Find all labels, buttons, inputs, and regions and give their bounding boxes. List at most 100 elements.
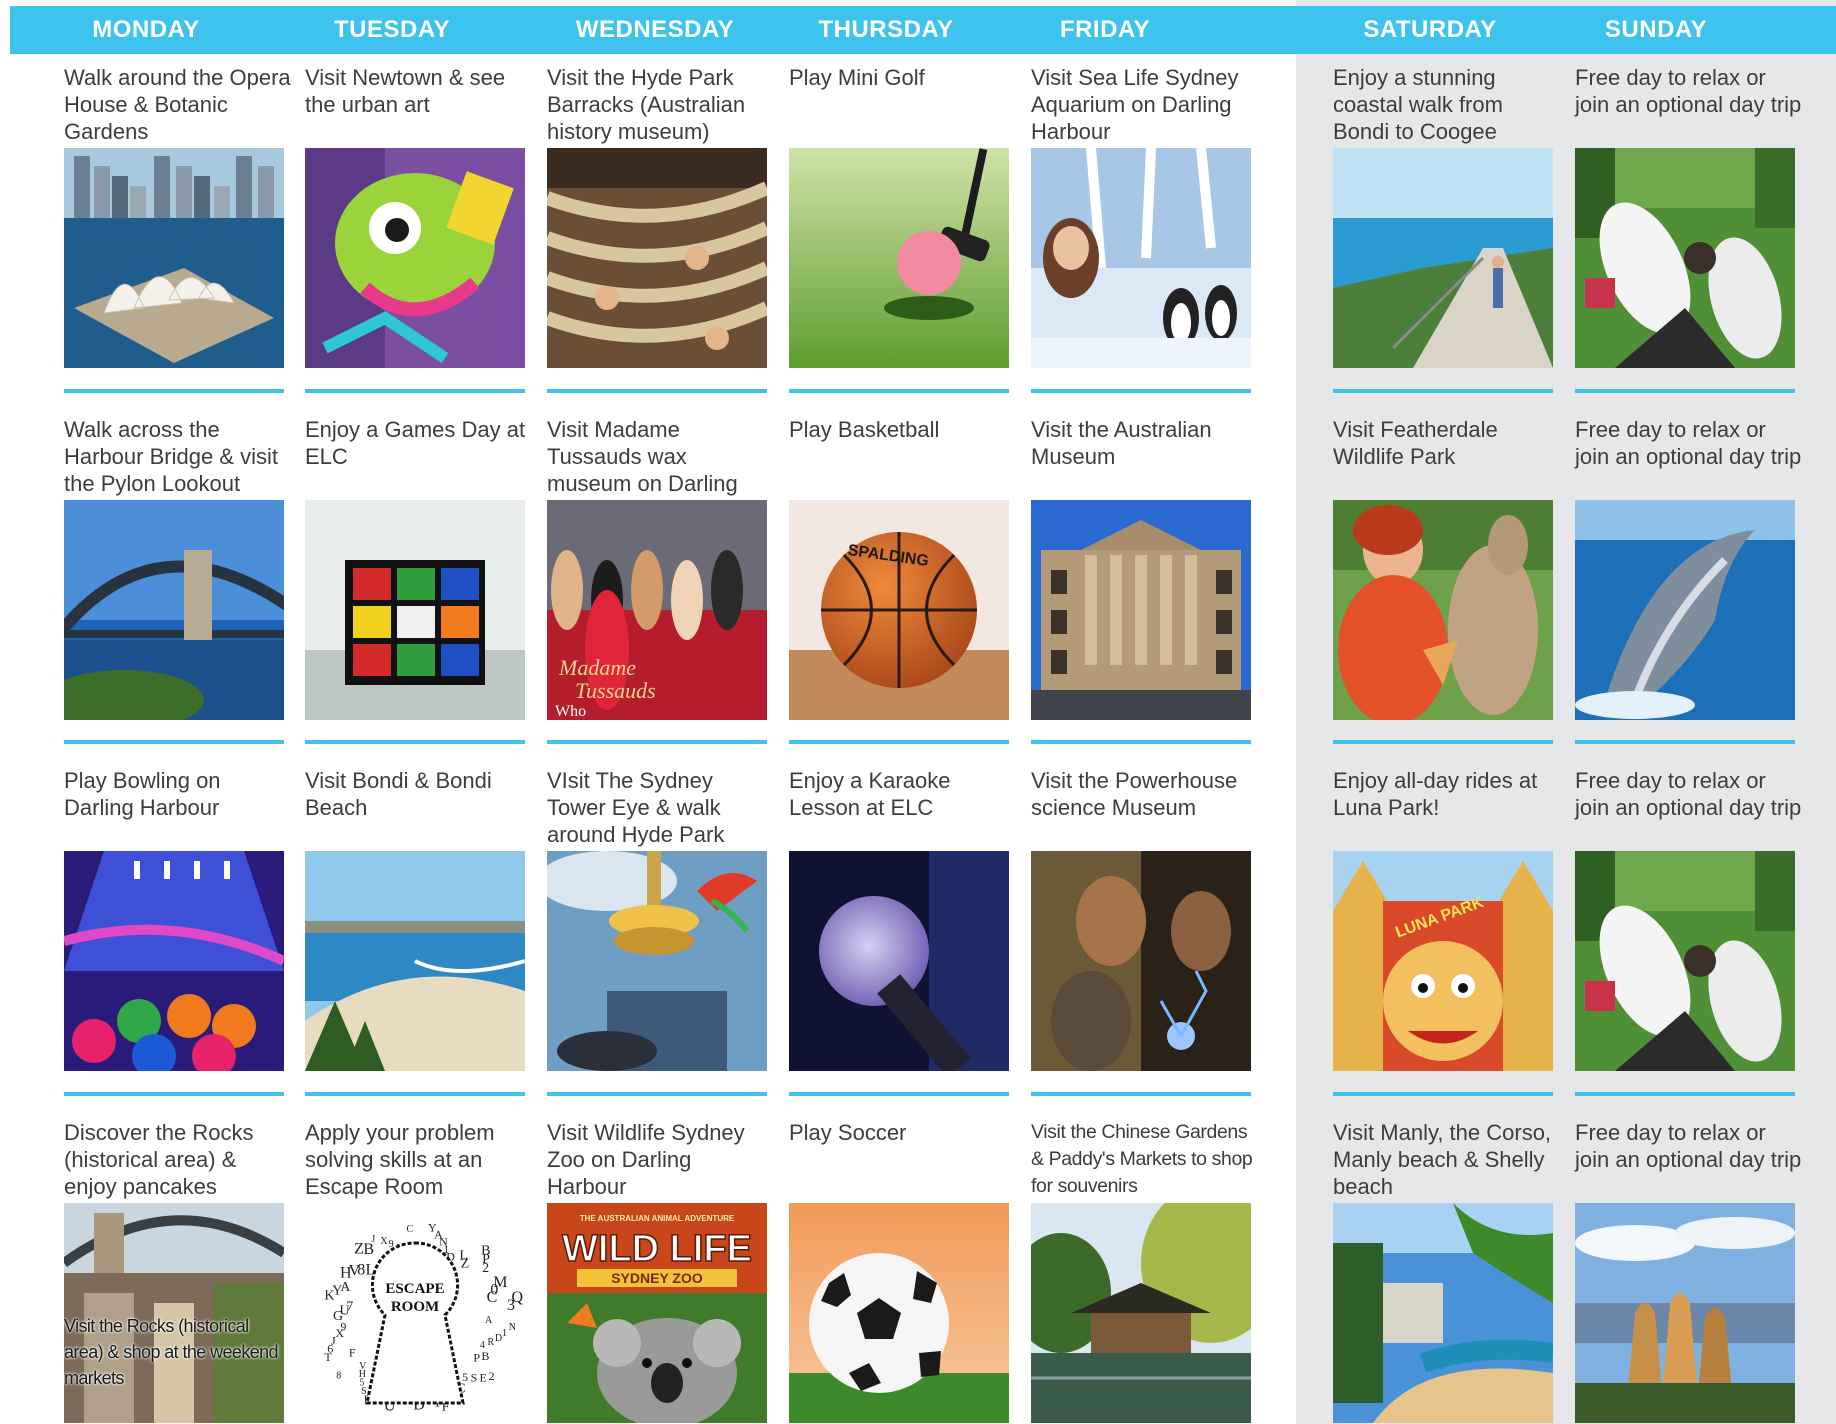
activity-text: Free day to relax or join an optional da… xyxy=(1575,1120,1802,1172)
row-separator xyxy=(789,389,1009,393)
activity-text: Visit Newtown & see the urban art xyxy=(305,65,506,117)
bondi-beach-photo xyxy=(305,851,525,1071)
svg-text:C: C xyxy=(407,1224,414,1235)
activity-text: Visit Manly, the Corso, Manly beach & Sh… xyxy=(1333,1120,1552,1199)
activity-text: Enjoy a Karaoke Lesson at ELC xyxy=(789,768,951,820)
svg-text:ROOM: ROOM xyxy=(391,1299,439,1315)
the-rocks-photo: Visit the Rocks (historical area) & shop… xyxy=(64,1203,284,1423)
row-separator xyxy=(305,1092,525,1096)
row-separator xyxy=(547,740,767,744)
svg-text:A: A xyxy=(340,1280,351,1295)
svg-text:Madame: Madame xyxy=(558,655,636,680)
chinese-garden-photo xyxy=(1031,1203,1251,1423)
svg-text:8: 8 xyxy=(357,1262,365,1279)
day-header-saturday: SATURDAY xyxy=(1363,16,1497,43)
soccer-ball-photo xyxy=(789,1203,1009,1423)
day-header-wednesday: WEDNESDAY xyxy=(575,16,735,43)
svg-text:C: C xyxy=(487,1289,498,1306)
row-separator xyxy=(64,740,284,744)
svg-text:3: 3 xyxy=(507,1297,515,1314)
wild-life-zoo-photo: THE AUSTRALIAN ANIMAL ADVENTURE WILD LIF… xyxy=(547,1203,767,1423)
harbour-bridge-photo xyxy=(64,500,284,720)
relax-feet-photo xyxy=(1575,851,1795,1071)
relax-feet-photo xyxy=(1575,148,1795,368)
row-separator xyxy=(1031,740,1251,744)
row-separator xyxy=(1333,1092,1553,1096)
svg-text:SYDNEY ZOO: SYDNEY ZOO xyxy=(611,1270,703,1286)
activity-text: Discover the Rocks (historical area) & e… xyxy=(64,1120,254,1199)
svg-text:X: X xyxy=(380,1236,388,1247)
opera-house-photo xyxy=(64,148,284,368)
microphone-photo xyxy=(789,851,1009,1071)
row-separator xyxy=(305,389,525,393)
svg-text:R: R xyxy=(487,1337,494,1348)
coastal-walk-photo xyxy=(1333,148,1553,368)
luna-park-photo: LUNA PARK xyxy=(1333,851,1553,1071)
row-separator xyxy=(789,740,1009,744)
activity-text: Visit the Australian Museum xyxy=(1031,417,1212,469)
activity-text: Walk across the Harbour Bridge & visit t… xyxy=(64,417,278,496)
svg-text:V: V xyxy=(359,1361,367,1372)
activity-text: Enjoy all-day rides at Luna Park! xyxy=(1333,768,1538,820)
svg-text:2: 2 xyxy=(489,1369,495,1383)
activity-text: Play Bowling on Darling Harbour xyxy=(64,768,221,820)
sydney-tower-photo xyxy=(547,851,767,1071)
svg-text:E: E xyxy=(479,1370,486,1384)
svg-text:8: 8 xyxy=(336,1370,341,1381)
madame-tussauds-photo: Madame Tussauds Who xyxy=(547,500,767,720)
plasma-ball-photo xyxy=(1031,851,1251,1071)
row-separator xyxy=(547,389,767,393)
svg-text:B: B xyxy=(481,1349,489,1363)
svg-text:ESCAPE: ESCAPE xyxy=(385,1281,444,1297)
day-header-sunday: SUNDAY xyxy=(1604,16,1708,43)
svg-text:D: D xyxy=(495,1333,502,1344)
activity-text: Free day to relax or join an optional da… xyxy=(1575,65,1802,117)
svg-text:2: 2 xyxy=(482,1261,489,1276)
dolphin-photo xyxy=(1575,500,1795,720)
escape-room-photo: ABCDEFGHJKLMNPQRSTUVXYZ0123456789ABCDEFG… xyxy=(305,1203,525,1423)
photo-caption-overlay: Visit the Rocks (historical area) & shop… xyxy=(64,1316,279,1388)
activity-text: Play Basketball xyxy=(789,417,940,442)
row-separator xyxy=(305,740,525,744)
mini-golf-photo xyxy=(789,148,1009,368)
hammocks-photo xyxy=(547,148,767,368)
street-art-photo xyxy=(305,148,525,368)
svg-text:9: 9 xyxy=(340,1320,346,1334)
activity-text: VIsit The Sydney Tower Eye & walk around… xyxy=(547,768,725,847)
svg-text:N: N xyxy=(509,1322,516,1333)
svg-text:7: 7 xyxy=(346,1299,353,1314)
activity-text: Walk around the Opera House & Botanic Ga… xyxy=(64,65,291,144)
svg-text:Z: Z xyxy=(461,1257,470,1272)
row-separator xyxy=(547,1092,767,1096)
manly-beach-photo xyxy=(1333,1203,1553,1423)
svg-text:A: A xyxy=(485,1315,493,1326)
activity-text: Visit Sea Life Sydney Aquarium on Darlin… xyxy=(1031,65,1239,144)
svg-text:1: 1 xyxy=(502,1328,507,1339)
svg-text:F: F xyxy=(349,1346,356,1360)
row-separator xyxy=(64,1092,284,1096)
penguins-photo xyxy=(1031,148,1251,368)
activity-text: Visit Wildlife Sydney Zoo on Darling Har… xyxy=(547,1120,745,1199)
row-separator xyxy=(789,1092,1009,1096)
basketball-photo: SPALDING xyxy=(789,500,1009,720)
activity-text: Enjoy a Games Day at ELC xyxy=(305,417,526,469)
activity-text: Visit the Powerhouse science Museum xyxy=(1031,768,1238,820)
row-separator xyxy=(1575,740,1795,744)
kangaroo-photo xyxy=(1333,500,1553,720)
rubiks-cube-photo xyxy=(305,500,525,720)
activity-text: Visit the Chinese Gardens & Paddy's Mark… xyxy=(1031,1121,1253,1197)
activity-text: Play Soccer xyxy=(789,1120,907,1145)
activity-text: Visit the Hyde Park Barracks (Australian… xyxy=(547,65,746,144)
museum-building-photo xyxy=(1031,500,1251,720)
svg-text:P: P xyxy=(473,1350,480,1364)
svg-text:WILD LIFE: WILD LIFE xyxy=(562,1228,752,1270)
activity-text: Play Mini Golf xyxy=(789,65,925,90)
activity-text: Apply your problem solving skills at an … xyxy=(305,1120,495,1199)
day-header-friday: FRIDAY xyxy=(1059,16,1151,43)
activity-text: Visit Bondi & Bondi Beach xyxy=(305,768,492,820)
row-separator xyxy=(1333,740,1553,744)
svg-text:S: S xyxy=(471,1371,478,1385)
activity-text: Visit Featherdale Wildlife Park xyxy=(1333,417,1498,469)
blue-mountains-photo xyxy=(1575,1203,1795,1423)
day-header-thursday: THURSDAY xyxy=(818,16,954,43)
